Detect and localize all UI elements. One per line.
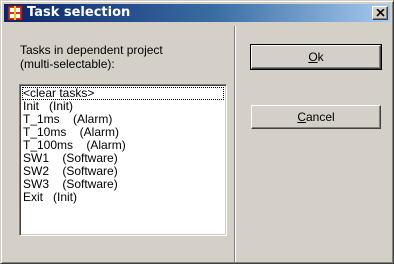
task-list-label-line1: Tasks in dependent project [20,43,163,57]
close-icon [376,9,385,17]
task-selection-dialog: Task selection Tasks in dependent projec… [0,0,394,264]
task-list-label-line2: (multi-selectable): [20,57,115,71]
ok-button[interactable]: Ok [250,44,382,70]
task-grid-icon [7,5,23,21]
cancel-button[interactable]: Cancel [251,105,381,129]
list-item-exit[interactable]: Exit (Init) [22,191,224,204]
task-list-label: Tasks in dependent project (multi-select… [20,43,163,71]
panel-divider [234,26,236,262]
cancel-mnemonic: C [297,110,306,124]
ok-mnemonic: O [308,50,318,64]
ok-label-rest: k [317,50,324,64]
close-button[interactable] [372,6,388,20]
window-title: Task selection [27,5,131,20]
title-bar[interactable]: Task selection [4,4,390,22]
cancel-label-rest: ancel [305,110,335,124]
task-listbox[interactable]: <clear tasks> Init (Init) T_1ms (Alarm) … [19,84,227,236]
